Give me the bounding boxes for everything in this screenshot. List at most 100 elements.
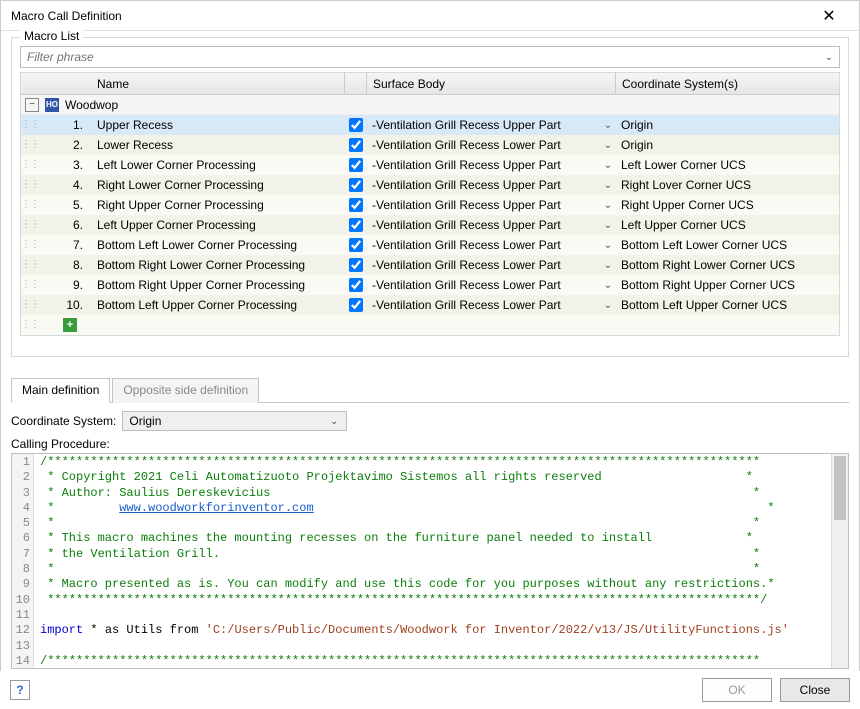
row-checkbox[interactable] <box>349 118 363 132</box>
drag-handle-icon[interactable]: ⋮⋮ <box>21 241 39 249</box>
scroll-thumb[interactable] <box>834 456 846 520</box>
close-button[interactable]: Close <box>780 678 850 702</box>
author-link[interactable]: www.woodworkforinventor.com <box>119 501 313 515</box>
row-name[interactable]: Right Upper Corner Processing <box>89 198 344 212</box>
scrollbar[interactable] <box>831 454 848 668</box>
code-editor[interactable]: 1 2 3 4 5 6 7 8 9 10 11 12 13 14 /******… <box>11 453 849 669</box>
chevron-down-icon[interactable]: ⌄ <box>601 280 615 291</box>
drag-handle-icon[interactable]: ⋮⋮ <box>21 161 39 169</box>
row-number: 10. <box>39 298 89 312</box>
table-row[interactable]: ⋮⋮5.Right Upper Corner Processing-Ventil… <box>21 195 839 215</box>
row-name[interactable]: Bottom Right Upper Corner Processing <box>89 278 344 292</box>
add-row[interactable]: ⋮⋮ + <box>21 315 839 335</box>
filter-input[interactable] <box>25 49 823 65</box>
row-cs[interactable]: Bottom Right Lower Corner UCS <box>615 258 839 272</box>
macro-grid: Name Surface Body Coordinate System(s) −… <box>20 72 840 336</box>
row-surface[interactable]: -Ventilation Grill Recess Upper Part <box>366 198 601 212</box>
row-surface[interactable]: -Ventilation Grill Recess Upper Part <box>366 218 601 232</box>
row-surface[interactable]: -Ventilation Grill Recess Upper Part <box>366 118 601 132</box>
chevron-down-icon[interactable]: ⌄ <box>823 52 835 63</box>
row-cs[interactable]: Right Upper Corner UCS <box>615 198 839 212</box>
chevron-down-icon[interactable]: ⌄ <box>601 220 615 231</box>
row-name[interactable]: Bottom Left Lower Corner Processing <box>89 238 344 252</box>
row-number: 4. <box>39 178 89 192</box>
collapse-icon[interactable]: − <box>25 98 39 112</box>
row-number: 2. <box>39 138 89 152</box>
chevron-down-icon[interactable]: ⌄ <box>601 200 615 211</box>
row-surface[interactable]: -Ventilation Grill Recess Lower Part <box>366 238 601 252</box>
drag-handle-icon[interactable]: ⋮⋮ <box>21 261 39 269</box>
table-row[interactable]: ⋮⋮2.Lower Recess -Ventilation Grill Reces… <box>21 135 839 155</box>
group-label: Woodwop <box>65 98 118 112</box>
drag-handle-icon[interactable]: ⋮⋮ <box>21 201 39 209</box>
tab-opposite[interactable]: Opposite side definition <box>112 378 259 403</box>
table-row[interactable]: ⋮⋮1.Upper Recess -Ventilation Grill Reces… <box>21 115 839 135</box>
drag-handle-icon[interactable]: ⋮⋮ <box>21 141 39 149</box>
drag-handle-icon[interactable]: ⋮⋮ <box>21 301 39 309</box>
row-name[interactable]: Bottom Right Lower Corner Processing <box>89 258 344 272</box>
row-checkbox[interactable] <box>349 238 363 252</box>
close-icon[interactable]: ✕ <box>807 2 851 30</box>
chevron-down-icon[interactable]: ⌄ <box>601 180 615 191</box>
row-surface[interactable]: -Ventilation Grill Recess Lower Part <box>366 298 601 312</box>
chevron-down-icon[interactable]: ⌄ <box>601 120 615 131</box>
help-button[interactable]: ? <box>10 680 30 700</box>
row-surface[interactable]: -Ventilation Grill Recess Upper Part <box>366 178 601 192</box>
row-name[interactable]: Left Lower Corner Processing <box>89 158 344 172</box>
group-row[interactable]: − HO Woodwop <box>21 95 839 115</box>
row-surface[interactable]: -Ventilation Grill Recess Lower Part <box>366 278 601 292</box>
row-checkbox[interactable] <box>349 218 363 232</box>
header-name[interactable]: Name <box>89 77 344 91</box>
chevron-down-icon[interactable]: ⌄ <box>601 300 615 311</box>
coord-system-select[interactable]: Origin ⌄ <box>122 411 347 431</box>
row-name[interactable]: Upper Recess <box>89 118 344 132</box>
row-checkbox[interactable] <box>349 158 363 172</box>
row-surface[interactable]: -Ventilation Grill Recess Upper Part <box>366 158 601 172</box>
grid-body: ⋮⋮1.Upper Recess-Ventilation Grill Reces… <box>21 115 839 315</box>
row-cs[interactable]: Left Upper Corner UCS <box>615 218 839 232</box>
row-cs[interactable]: Origin <box>615 118 839 132</box>
table-row[interactable]: ⋮⋮3.Left Lower Corner Processing-Ventila… <box>21 155 839 175</box>
chevron-down-icon[interactable]: ⌄ <box>601 160 615 171</box>
table-row[interactable]: ⋮⋮6.Left Upper Corner Processing-Ventila… <box>21 215 839 235</box>
drag-handle-icon[interactable]: ⋮⋮ <box>21 221 39 229</box>
chevron-down-icon[interactable]: ⌄ <box>601 260 615 271</box>
row-cs[interactable]: Bottom Right Upper Corner UCS <box>615 278 839 292</box>
row-surface[interactable]: -Ventilation Grill Recess Lower Part <box>366 258 601 272</box>
header-surface[interactable]: Surface Body <box>366 73 601 94</box>
filter-input-row[interactable]: ⌄ <box>20 46 840 68</box>
chevron-down-icon[interactable]: ⌄ <box>601 240 615 251</box>
table-row[interactable]: ⋮⋮10.Bottom Left Upper Corner Processing… <box>21 295 839 315</box>
row-checkbox[interactable] <box>349 178 363 192</box>
drag-handle-icon[interactable]: ⋮⋮ <box>21 181 39 189</box>
chevron-down-icon[interactable]: ⌄ <box>328 416 340 427</box>
row-name[interactable]: Bottom Left Upper Corner Processing <box>89 298 344 312</box>
row-checkbox[interactable] <box>349 298 363 312</box>
row-name[interactable]: Right Lower Corner Processing <box>89 178 344 192</box>
table-row[interactable]: ⋮⋮9.Bottom Right Upper Corner Processing… <box>21 275 839 295</box>
drag-handle-icon[interactable]: ⋮⋮ <box>21 121 39 129</box>
row-checkbox[interactable] <box>349 278 363 292</box>
table-row[interactable]: ⋮⋮7.Bottom Left Lower Corner Processing-… <box>21 235 839 255</box>
row-surface[interactable]: -Ventilation Grill Recess Lower Part <box>366 138 601 152</box>
drag-handle-icon[interactable]: ⋮⋮ <box>21 281 39 289</box>
row-cs[interactable]: Origin <box>615 138 839 152</box>
ok-button[interactable]: OK <box>702 678 772 702</box>
plus-icon[interactable]: + <box>63 318 77 332</box>
row-name[interactable]: Left Upper Corner Processing <box>89 218 344 232</box>
row-name[interactable]: Lower Recess <box>89 138 344 152</box>
chevron-down-icon[interactable]: ⌄ <box>601 140 615 151</box>
row-number: 1. <box>39 118 89 132</box>
row-checkbox[interactable] <box>349 258 363 272</box>
row-cs[interactable]: Right Lover Corner UCS <box>615 178 839 192</box>
row-cs[interactable]: Left Lower Corner UCS <box>615 158 839 172</box>
row-cs[interactable]: Bottom Left Upper Corner UCS <box>615 298 839 312</box>
code-content[interactable]: /***************************************… <box>34 454 831 668</box>
row-cs[interactable]: Bottom Left Lower Corner UCS <box>615 238 839 252</box>
header-cs[interactable]: Coordinate System(s) <box>615 73 839 94</box>
row-checkbox[interactable] <box>349 138 363 152</box>
row-checkbox[interactable] <box>349 198 363 212</box>
table-row[interactable]: ⋮⋮8.Bottom Right Lower Corner Processing… <box>21 255 839 275</box>
tab-main[interactable]: Main definition <box>11 378 110 403</box>
table-row[interactable]: ⋮⋮4.Right Lower Corner Processing -Ventil… <box>21 175 839 195</box>
